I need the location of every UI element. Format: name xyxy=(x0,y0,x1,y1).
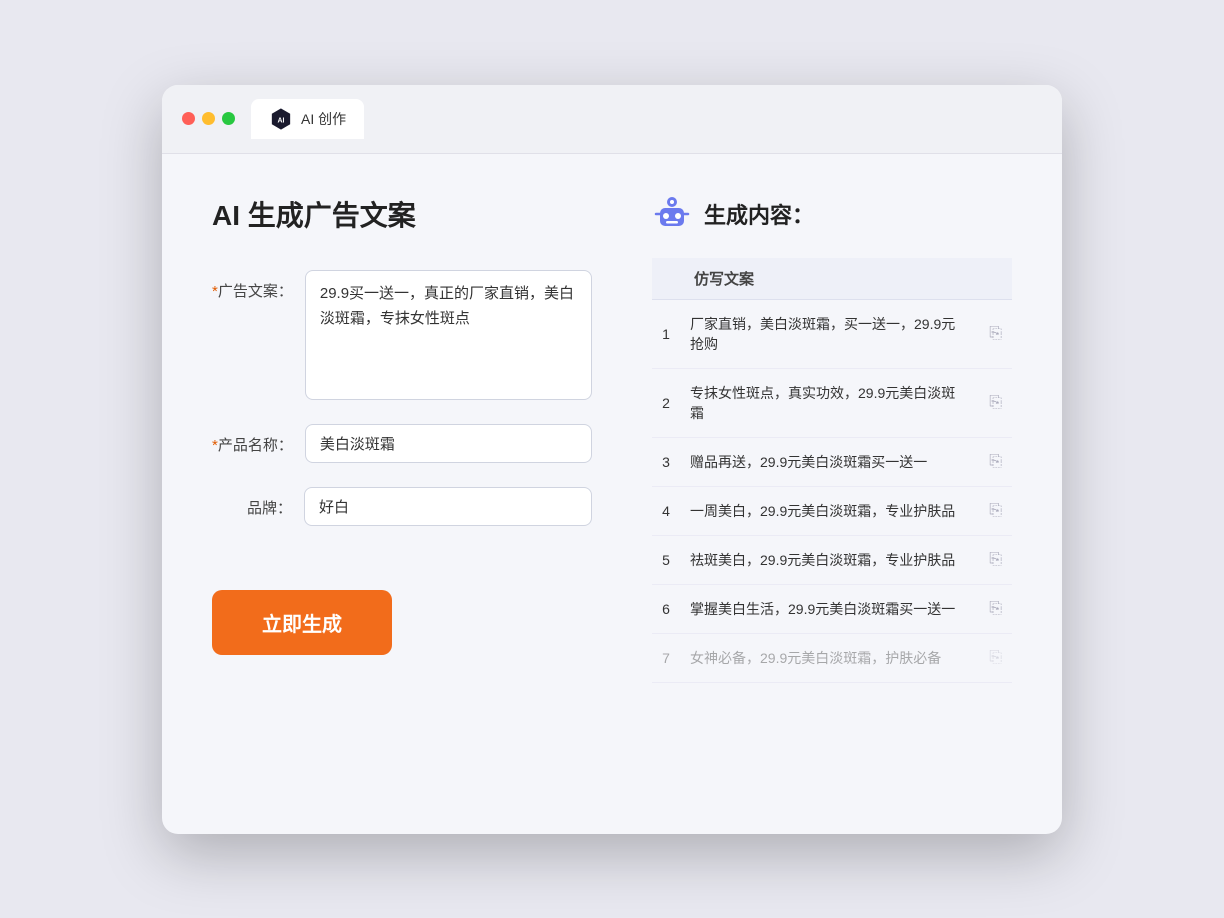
titlebar: AI AI 创作 xyxy=(162,85,1062,154)
minimize-traffic-light[interactable] xyxy=(202,112,215,125)
row-text: 厂家直销，美白淡斑霜，买一送一，29.9元抢购 xyxy=(680,299,979,368)
table-row: 7女神必备，29.9元美白淡斑霜，护肤必备⎘ xyxy=(652,633,1012,682)
row-text: 女神必备，29.9元美白淡斑霜，护肤必备 xyxy=(680,633,979,682)
ad-copy-group: *广告文案： 29.9买一送一，真正的厂家直销，美白淡斑霜，专抹女性斑点 xyxy=(212,270,592,400)
copy-button[interactable]: ⎘ xyxy=(979,368,1012,437)
table-row: 1厂家直销，美白淡斑霜，买一送一，29.9元抢购⎘ xyxy=(652,299,1012,368)
ad-copy-label: *广告文案： xyxy=(212,270,293,301)
copy-button[interactable]: ⎘ xyxy=(979,299,1012,368)
row-text: 祛斑美白，29.9元美白淡斑霜，专业护肤品 xyxy=(680,535,979,584)
col-num-header xyxy=(652,258,680,300)
row-number: 4 xyxy=(652,486,680,535)
fullscreen-traffic-light[interactable] xyxy=(222,112,235,125)
table-row: 3赠品再送，29.9元美白淡斑霜买一送一⎘ xyxy=(652,437,1012,486)
row-number: 3 xyxy=(652,437,680,486)
copy-button[interactable]: ⎘ xyxy=(979,437,1012,486)
row-number: 1 xyxy=(652,299,680,368)
browser-window: AI AI 创作 AI 生成广告文案 *广告文案： 29.9买一送一，真正的厂家… xyxy=(162,85,1062,834)
copy-button[interactable]: ⎘ xyxy=(979,633,1012,682)
brand-label: 品牌： xyxy=(212,487,292,518)
col-text-header: 仿写文案 xyxy=(680,258,979,300)
tab-label: AI 创作 xyxy=(301,109,346,129)
row-text: 掌握美白生活，29.9元美白淡斑霜买一送一 xyxy=(680,584,979,633)
left-panel: AI 生成广告文案 *广告文案： 29.9买一送一，真正的厂家直销，美白淡斑霜，… xyxy=(212,194,592,784)
row-number: 6 xyxy=(652,584,680,633)
row-text: 专抹女性斑点，真实功效，29.9元美白淡斑霜 xyxy=(680,368,979,437)
table-row: 4一周美白，29.9元美白淡斑霜，专业护肤品⎘ xyxy=(652,486,1012,535)
results-header: 生成内容： xyxy=(652,194,1012,234)
row-number: 2 xyxy=(652,368,680,437)
table-row: 2专抹女性斑点，真实功效，29.9元美白淡斑霜⎘ xyxy=(652,368,1012,437)
row-number: 7 xyxy=(652,633,680,682)
page-title: AI 生成广告文案 xyxy=(212,194,592,234)
brand-group: 品牌： xyxy=(212,487,592,526)
ai-tab-icon: AI xyxy=(269,107,293,131)
product-name-input[interactable] xyxy=(305,424,592,463)
row-text: 赠品再送，29.9元美白淡斑霜买一送一 xyxy=(680,437,979,486)
results-title: 生成内容： xyxy=(704,198,814,230)
row-number: 5 xyxy=(652,535,680,584)
ai-tab[interactable]: AI AI 创作 xyxy=(251,99,364,139)
product-name-group: *产品名称： xyxy=(212,424,592,463)
results-table: 仿写文案 1厂家直销，美白淡斑霜，买一送一，29.9元抢购⎘2专抹女性斑点，真实… xyxy=(652,258,1012,683)
generate-button[interactable]: 立即生成 xyxy=(212,590,392,655)
copy-button[interactable]: ⎘ xyxy=(979,584,1012,633)
robot-icon xyxy=(652,194,692,234)
copy-button[interactable]: ⎘ xyxy=(979,535,1012,584)
brand-input[interactable] xyxy=(304,487,592,526)
right-panel: 生成内容： 仿写文案 1厂家直销，美白淡斑霜，买一送一，29.9元抢购⎘2专抹女… xyxy=(652,194,1012,784)
ad-copy-input[interactable]: 29.9买一送一，真正的厂家直销，美白淡斑霜，专抹女性斑点 xyxy=(305,270,592,400)
table-row: 5祛斑美白，29.9元美白淡斑霜，专业护肤品⎘ xyxy=(652,535,1012,584)
col-action-header xyxy=(979,258,1012,300)
close-traffic-light[interactable] xyxy=(182,112,195,125)
content-area: AI 生成广告文案 *广告文案： 29.9买一送一，真正的厂家直销，美白淡斑霜，… xyxy=(162,154,1062,834)
product-name-label: *产品名称： xyxy=(212,424,293,455)
svg-text:AI: AI xyxy=(278,117,285,124)
copy-button[interactable]: ⎘ xyxy=(979,486,1012,535)
table-row: 6掌握美白生活，29.9元美白淡斑霜买一送一⎘ xyxy=(652,584,1012,633)
traffic-lights xyxy=(182,112,235,125)
row-text: 一周美白，29.9元美白淡斑霜，专业护肤品 xyxy=(680,486,979,535)
